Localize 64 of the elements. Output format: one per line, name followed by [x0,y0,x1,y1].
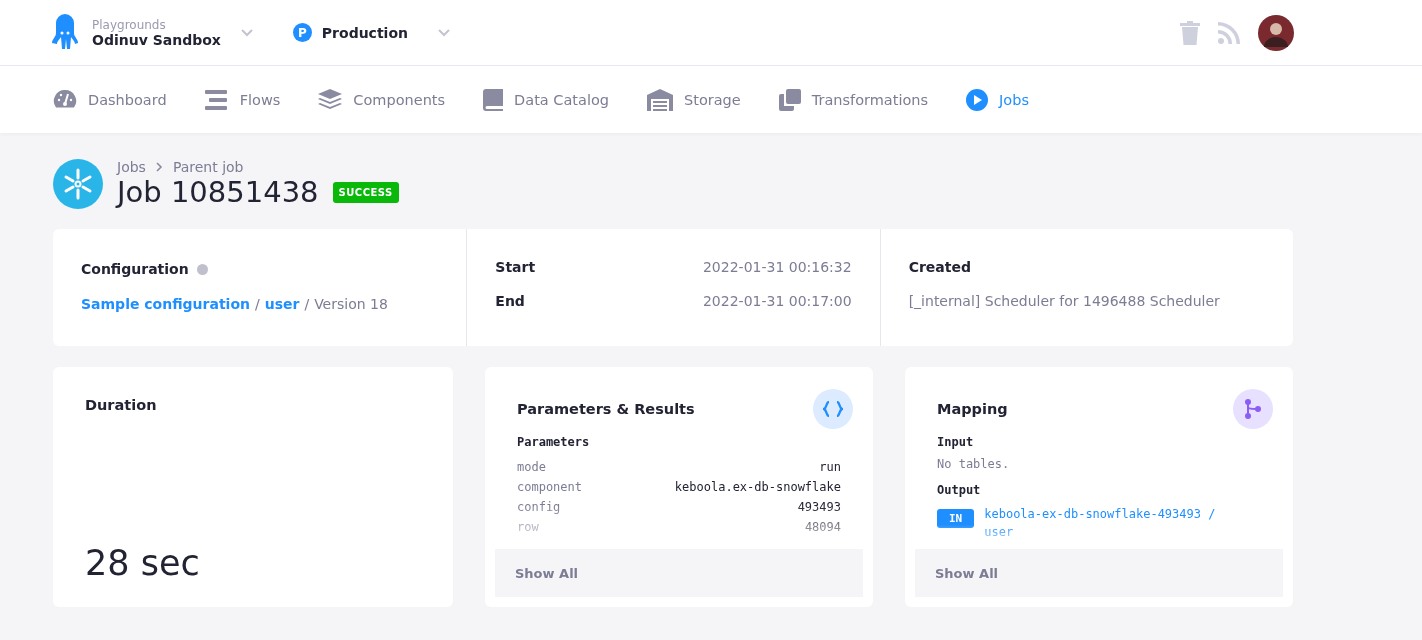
info-icon[interactable] [196,264,208,275]
breadcrumb-link[interactable]: Parent job [172,159,244,175]
nav-tab[interactable]: Jobs [966,88,1029,111]
play-icon [966,88,989,111]
nav-tab[interactable]: Storage [647,88,741,111]
parameter-value: 493493 [797,499,841,516]
bars-icon [204,89,229,110]
branch-icon [1233,389,1273,429]
book-icon [483,88,504,111]
braces-icon [813,389,853,429]
separator: / [304,296,310,312]
configuration-link[interactable]: Sample configuration [81,296,250,312]
time-label: End [495,293,525,309]
parameter-key: row [517,517,539,537]
section-label: Parameters [517,435,591,449]
parameter-value: 48094 [804,519,841,536]
nav-tab[interactable]: Data Catalog [483,88,609,111]
nav-tab[interactable]: Flows [204,89,281,110]
status-badge: SUCCESS [332,181,399,203]
card-title: Duration [85,397,158,413]
parameter-value: run [819,459,841,476]
parameter-key: component [517,477,583,497]
job-title: Job 10851438 [117,175,319,209]
breadcrumb-link[interactable]: Jobs [117,159,146,175]
parameter-key: config [517,497,561,517]
show-all-button[interactable]: Show All [915,549,1283,597]
layers-icon [318,88,343,111]
section-label: Input [937,435,975,449]
nav-tab[interactable]: Components [318,88,446,111]
section-label: Output [937,483,982,497]
warehouse-icon [647,88,673,111]
time-value: 2022-01-31 00:17:00 [702,293,852,309]
version-text: Version 18 [314,296,388,312]
snowflake-icon [53,159,103,209]
card-title: Mapping [937,401,1008,417]
show-all-button[interactable]: Show All [495,549,863,597]
nav-tab[interactable]: Dashboard [53,88,167,111]
project-name[interactable]: Odinuv Sandbox [92,31,221,48]
table-link[interactable]: keboola-ex-db-snowflake-493493 / user [984,505,1245,541]
gauge-icon [53,88,77,111]
branch-badge: P [292,23,312,42]
rss-icon[interactable] [1218,21,1240,44]
created-label: Created [908,259,972,275]
duration-value: 28 sec [85,543,201,583]
in-badge: IN [937,509,975,528]
configuration-label: Configuration [81,261,189,277]
empty-text: No tables. [937,457,1011,471]
time-value: 2022-01-31 00:16:32 [702,259,852,275]
parameter-key: mode [517,457,546,477]
separator: / [255,296,260,312]
trash-icon[interactable] [1180,20,1200,45]
row-link[interactable]: user [264,296,300,312]
time-label: Start [495,259,536,275]
chevron-right-icon [155,162,163,172]
project-label: Playgrounds [92,17,167,32]
chevron-down-icon[interactable] [438,28,450,37]
branch-name[interactable]: Production [321,24,408,41]
avatar[interactable] [1258,14,1294,51]
copy-icon [778,88,801,111]
card-title: Parameters & Results [517,401,695,417]
chevron-down-icon[interactable] [240,28,253,37]
parameter-value: keboola.ex-db-snowflake [674,479,841,496]
nav-tab[interactable]: Transformations [778,88,929,111]
created-value: [_internal] Scheduler for 1496488 Scheduler [908,293,1221,309]
